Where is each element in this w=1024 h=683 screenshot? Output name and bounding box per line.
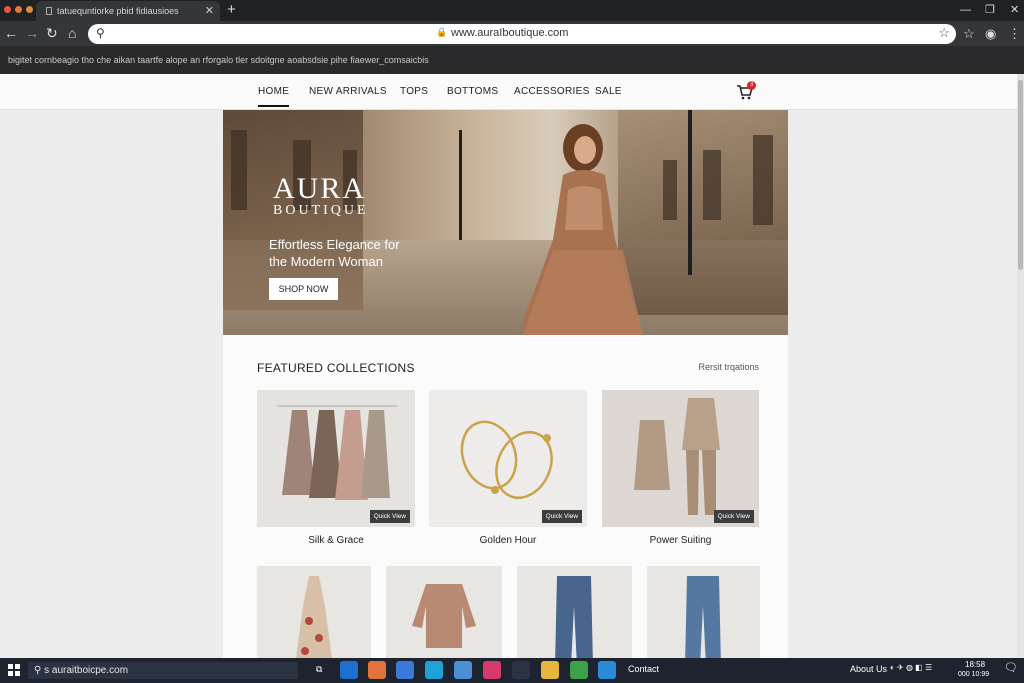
collection-label: Silk & Grace — [308, 535, 364, 546]
favorites-star-icon[interactable]: ☆ — [963, 25, 975, 43]
suits-image: Quick View — [602, 390, 759, 527]
site-navigation: HOME NEW ARRIVALS TOPS BOTTOMS ACCESSORI… — [0, 74, 1017, 110]
instagram-app-icon[interactable] — [483, 661, 501, 679]
clock-date: 000 10:99 — [958, 671, 990, 678]
nav-sale[interactable]: SALE — [595, 86, 622, 97]
menu-icon[interactable]: ⋮ — [1008, 25, 1021, 43]
windows-start-icon[interactable] — [8, 664, 20, 676]
lock-icon: 🔒 — [436, 27, 448, 37]
reload-icon[interactable]: ↻ — [46, 24, 58, 42]
page-icon — [46, 7, 52, 15]
collection-label: Power Suiting — [649, 535, 712, 546]
bookmarks-bar[interactable]: bigitet cornbeagio tho che aikan taartfe… — [0, 46, 1024, 74]
home-icon[interactable]: ⌂ — [68, 24, 76, 42]
browser-tab[interactable]: tatuequntiorke pbid fidiausioes ✕ — [36, 1, 220, 21]
messenger-app-icon[interactable] — [512, 661, 530, 679]
quick-view-button[interactable]: Quick View — [369, 510, 410, 523]
quick-view-button[interactable]: Quick View — [713, 510, 754, 523]
brand-logo-aura: AURA — [273, 172, 367, 205]
file-explorer-icon[interactable] — [541, 661, 559, 679]
webpage: HOME NEW ARRIVALS TOPS BOTTOMS ACCESSORI… — [0, 74, 1017, 658]
bookmark-star-icon[interactable]: ☆ — [938, 25, 950, 41]
window-dots — [4, 6, 33, 13]
taskbar-contact-link[interactable]: Contact — [628, 664, 659, 674]
search-icon: ⚲ — [96, 26, 105, 40]
collection-card-suiting[interactable]: Quick View Power Suiting — [602, 390, 759, 546]
nav-home[interactable]: HOME — [258, 86, 290, 107]
tab-title: tatuequntiorke pbid fidiausioes — [57, 6, 179, 16]
scrollbar-thumb[interactable] — [1018, 80, 1023, 270]
collection-card-golden[interactable]: Quick View Golden Hour — [429, 390, 587, 546]
window-close-icon[interactable]: ✕ — [1010, 0, 1019, 20]
cart-count-badge: 3 — [747, 81, 756, 90]
profile-icon[interactable]: ◉ — [985, 25, 996, 43]
product-tile-jeans-2[interactable] — [647, 566, 760, 658]
chrome-app-icon[interactable] — [570, 661, 588, 679]
nav-new-arrivals[interactable]: NEW ARRIVALS — [309, 86, 387, 97]
browser-toolbar: ← → ↻ ⌂ ⚲ 🔒 www.auraIboutique.com ☆ ☆ ◉ … — [0, 21, 1024, 46]
close-dot-icon[interactable] — [4, 6, 11, 13]
model-photo — [523, 124, 643, 335]
address-bar[interactable]: ⚲ 🔒 www.auraIboutique.com ☆ — [88, 24, 956, 44]
edge-alt-app-icon[interactable] — [425, 661, 443, 679]
clock-time: 18:58 — [965, 660, 986, 669]
hero-tagline: Effortless Elegance for the Modern Woman — [269, 237, 400, 269]
shop-now-button[interactable]: SHOP NOW — [269, 278, 338, 300]
taskbar-search-text: s auraitboicpe.com — [44, 665, 129, 676]
tray-icons[interactable]: ◐ ✈ ◍ ◧ ☰ — [890, 663, 932, 672]
notification-icon[interactable]: 🗨 — [1004, 661, 1018, 674]
store-app-icon[interactable] — [396, 661, 414, 679]
product-tile-knit-sweater[interactable] — [386, 566, 502, 658]
silk-dresses-image: Quick View — [257, 390, 415, 527]
maximize-dot-icon[interactable] — [26, 6, 33, 13]
minimize-dot-icon[interactable] — [15, 6, 22, 13]
url-text: www.auraIboutique.com — [451, 27, 569, 39]
quick-view-button[interactable]: Quick View — [541, 510, 582, 523]
firefox-app-icon[interactable] — [368, 661, 386, 679]
product-tile-jeans-1[interactable] — [517, 566, 632, 658]
brand-logo-boutique: BOUTIQUE — [273, 203, 369, 218]
featured-section: FEATURED COLLECTIONS Rersit trqations Qu… — [223, 335, 788, 658]
os-taskbar: ⚲ s auraitboicpe.com ⧉ Contact About Us … — [0, 658, 1024, 683]
taskbar-about-link[interactable]: About Us — [850, 664, 887, 674]
hero-banner: AURA BOUTIQUE Effortless Elegance for th… — [223, 110, 788, 335]
browser-titlebar: tatuequntiorke pbid fidiausioes ✕ + — ❐ … — [0, 0, 1024, 21]
collection-card-silk[interactable]: Quick View Silk & Grace — [257, 390, 415, 546]
back-icon[interactable]: ← — [4, 24, 18, 42]
nav-tops[interactable]: TOPS — [400, 86, 428, 97]
twitter-app-icon[interactable] — [598, 661, 616, 679]
task-view-icon[interactable]: ⧉ — [316, 664, 322, 675]
featured-title: FEATURED COLLECTIONS — [257, 361, 415, 375]
close-tab-icon[interactable]: ✕ — [205, 1, 214, 21]
edge-app-icon[interactable] — [340, 661, 358, 679]
window-minimize-icon[interactable]: — — [960, 0, 971, 20]
photos-app-icon[interactable] — [454, 661, 472, 679]
taskbar-search[interactable]: ⚲ s auraitboicpe.com — [28, 662, 298, 679]
collection-label: Golden Hour — [479, 535, 537, 546]
product-tile-floral-dress[interactable] — [257, 566, 371, 658]
new-tab-icon[interactable]: + — [227, 0, 236, 20]
nav-bottoms[interactable]: BOTTOMS — [447, 86, 498, 97]
gold-jewelry-image: Quick View — [429, 390, 587, 527]
window-restore-icon[interactable]: ❐ — [985, 0, 995, 20]
forward-icon[interactable]: → — [25, 24, 39, 42]
nav-accessories[interactable]: ACCESSORIES — [514, 86, 590, 97]
featured-link[interactable]: Rersit trqations — [698, 362, 759, 372]
